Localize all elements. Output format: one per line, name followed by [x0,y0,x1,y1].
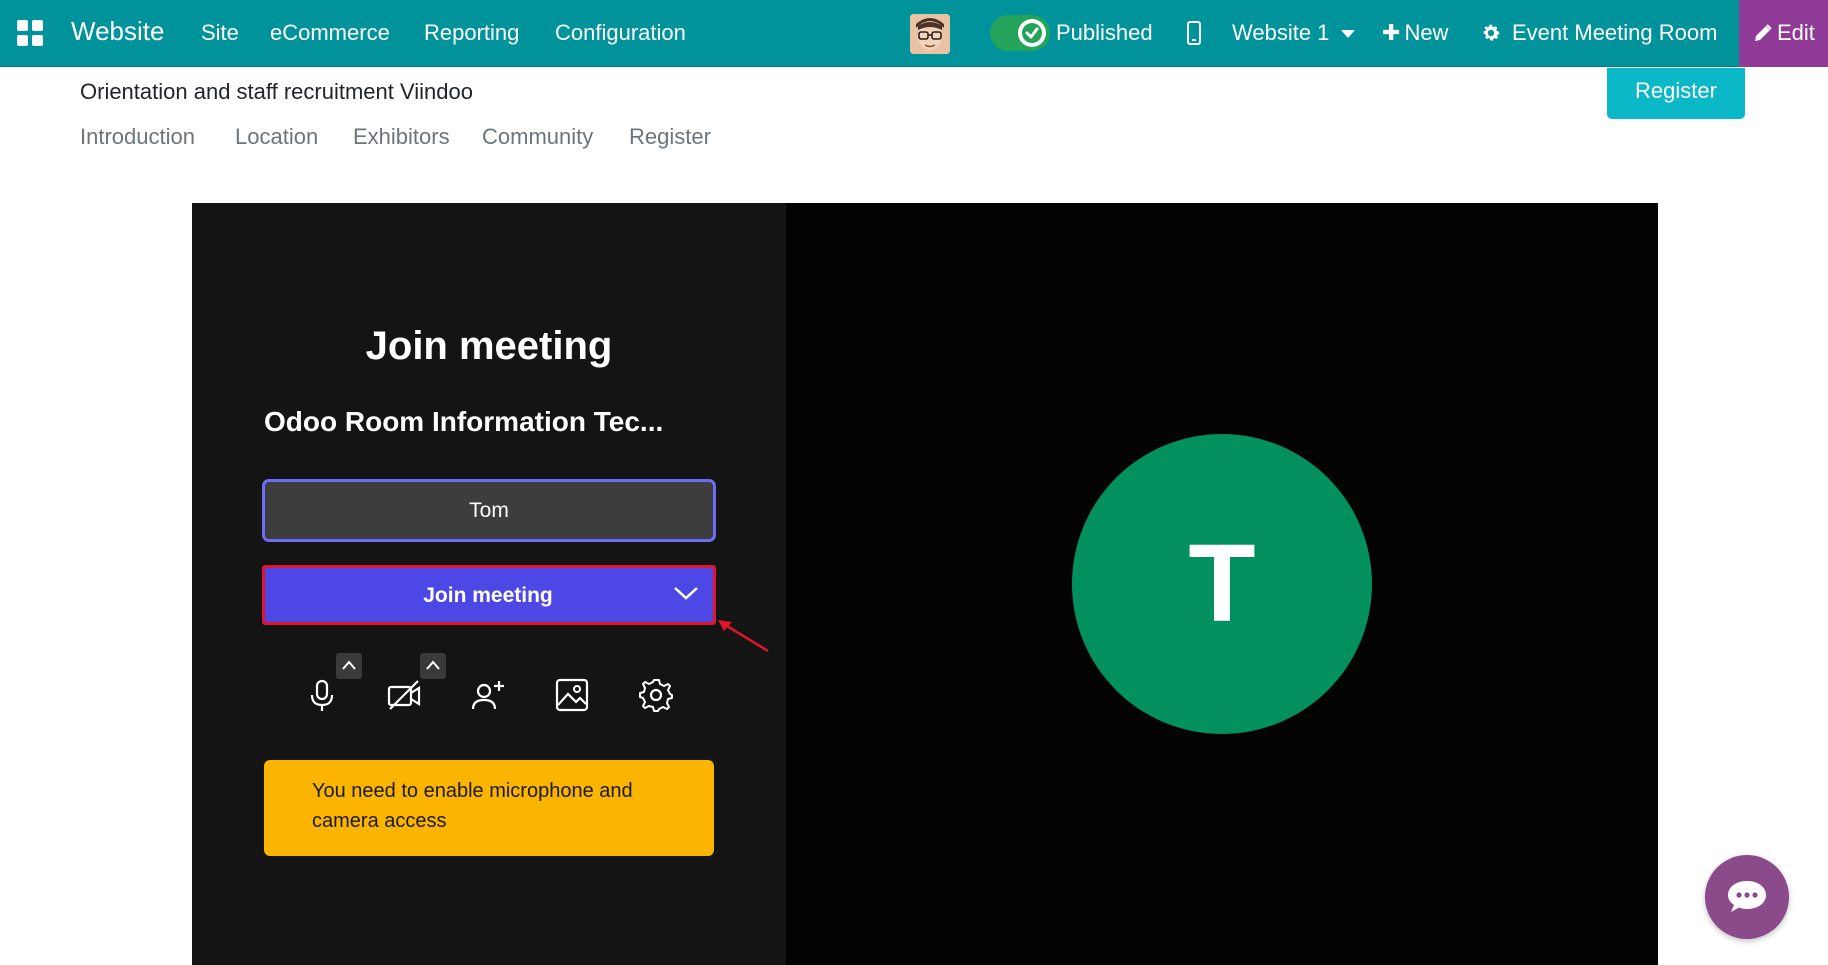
register-button[interactable]: Register [1607,68,1745,119]
join-meeting-label: Join meeting [423,584,553,607]
subnav-location[interactable]: Location [235,124,318,150]
camera-off-icon[interactable] [384,675,424,715]
menu-ecommerce[interactable]: eCommerce [270,20,390,46]
chat-button[interactable] [1705,855,1789,939]
join-meeting-heading: Join meeting [365,324,613,368]
permission-warning: You need to enable microphone and camera… [264,760,714,856]
room-name: Odoo Room Information Tec... [264,406,664,437]
new-label: New [1404,20,1449,45]
participant-avatar: T [1072,434,1372,734]
event-title: Orientation and staff recruitment Viindo… [80,79,473,104]
plus-icon: ✚ [1382,20,1401,45]
settings-gear-icon[interactable] [636,675,676,715]
menu-site[interactable]: Site [201,20,239,46]
caret-down-icon[interactable] [1341,30,1355,38]
camera-options-chevron-up-icon[interactable] [420,653,446,679]
subnav-introduction[interactable]: Introduction [80,124,195,150]
invite-person-icon[interactable] [468,675,508,715]
annotation-arrow-icon [718,620,769,653]
gear-icon[interactable] [1480,22,1502,49]
menu-configuration[interactable]: Configuration [555,20,686,46]
website-switcher[interactable]: Website 1 [1232,20,1329,46]
user-avatar[interactable] [910,14,950,54]
mic-options-chevron-up-icon[interactable] [336,653,362,679]
join-meeting-button[interactable]: Join meeting [262,565,716,625]
apps-grid-icon[interactable] [17,20,43,46]
new-button[interactable]: ✚ New [1382,20,1448,46]
app-brand[interactable]: Website [71,16,164,47]
background-image-icon[interactable] [552,675,592,715]
microphone-icon[interactable] [302,675,342,715]
edit-button[interactable]: Edit [1739,0,1828,67]
check-icon [1018,19,1046,47]
subnav-community[interactable]: Community [482,124,593,150]
subnav-register[interactable]: Register [629,124,711,150]
display-name-input[interactable] [262,479,716,542]
pencil-icon [1755,24,1772,41]
edit-label: Edit [1777,20,1815,45]
event-meeting-room-link[interactable]: Event Meeting Room [1512,20,1717,46]
subnav-exhibitors[interactable]: Exhibitors [353,124,450,150]
chat-bubble-icon [1728,881,1766,912]
top-navbar: Website Site eCommerce Reporting Configu… [0,0,1828,67]
mobile-preview-icon[interactable] [1187,21,1201,45]
published-label[interactable]: Published [1056,20,1153,46]
chevron-down-icon[interactable] [673,584,699,608]
publish-toggle[interactable] [990,15,1050,51]
menu-reporting[interactable]: Reporting [424,20,519,46]
